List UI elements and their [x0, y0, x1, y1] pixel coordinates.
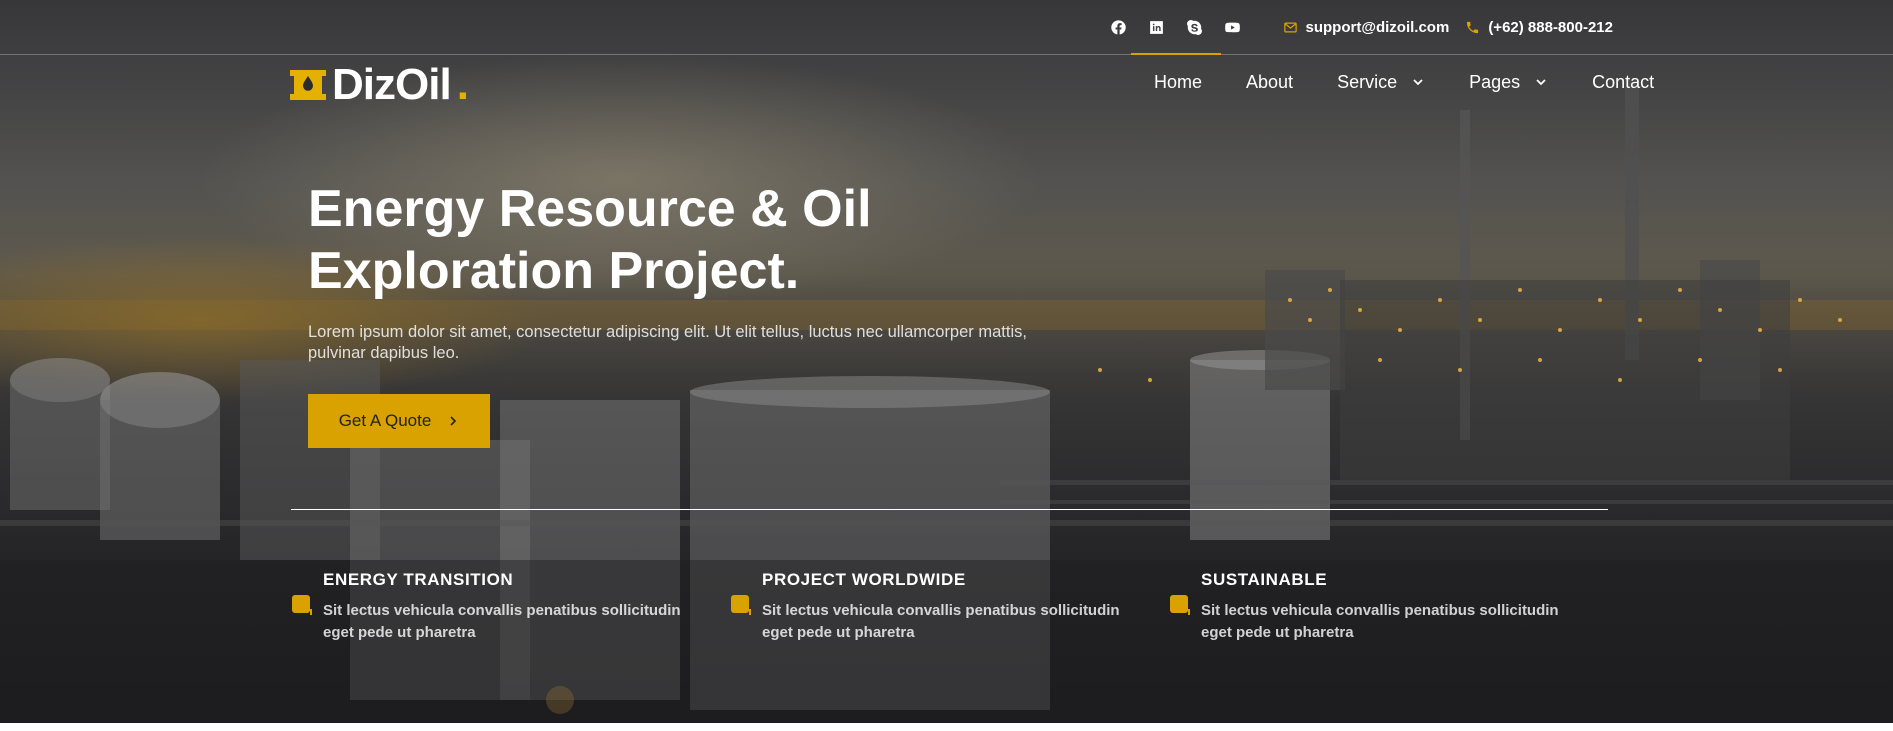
youtube-icon[interactable] [1223, 17, 1243, 37]
nav-label: Contact [1592, 71, 1655, 92]
chevron-down-icon [1536, 79, 1546, 86]
hero-section: support@dizoil.com (+62) 888-800-212 Diz… [0, 0, 1893, 723]
phone-text: (+62) 888-800-212 [1488, 18, 1613, 36]
hero-title-line-2: Exploration Project. [308, 242, 800, 300]
page-bottom-strip [0, 723, 1893, 731]
nav-item-home[interactable]: Home [1130, 72, 1224, 93]
feature-sustainable: SUSTAINABLE Sit lectus vehicula convalli… [1169, 570, 1608, 644]
feature-title: PROJECT WORLDWIDE [762, 570, 966, 589]
topbar-divider [0, 54, 1893, 55]
phone-icon [1467, 21, 1479, 33]
hero-divider [291, 509, 1608, 510]
nav-item-pages[interactable]: Pages [1447, 72, 1570, 93]
nav-label: Service [1337, 71, 1398, 92]
topbar: support@dizoil.com (+62) 888-800-212 [1111, 0, 1613, 54]
feature-title: SUSTAINABLE [1201, 570, 1328, 589]
logo-text: DizOil [332, 60, 452, 109]
feature-energy-transition: ENERGY TRANSITION Sit lectus vehicula co… [291, 570, 730, 644]
phone-link[interactable]: (+62) 888-800-212 [1465, 19, 1613, 36]
nav-item-contact[interactable]: Contact [1570, 72, 1676, 93]
nav-label: Pages [1469, 71, 1521, 92]
email-link[interactable]: support@dizoil.com [1283, 18, 1450, 36]
envelope-icon [1283, 22, 1297, 32]
hero-title-line-1: Energy Resource & Oil [308, 180, 872, 238]
feature-badge-icon [731, 595, 751, 615]
feature-badge-icon [292, 595, 312, 615]
skype-icon[interactable] [1185, 17, 1205, 37]
hero-description: Lorem ipsum dolor sit amet, consectetur … [308, 322, 1088, 364]
feature-text: Sit lectus vehicula convallis penatibus … [1201, 602, 1559, 641]
email-text: support@dizoil.com [1305, 18, 1450, 36]
social-links [1109, 17, 1243, 37]
feature-project-worldwide: PROJECT WORLDWIDE Sit lectus vehicula co… [730, 570, 1169, 644]
get-a-quote-button[interactable]: Get A Quote [308, 394, 490, 448]
logo-dot: . [456, 60, 469, 109]
facebook-icon[interactable] [1109, 17, 1129, 37]
cta-label: Get A Quote [338, 411, 432, 430]
oil-barrel-logo-icon [290, 70, 326, 100]
feature-text: Sit lectus vehicula convallis penatibus … [323, 602, 681, 641]
hero-description-line-2: pulvinar dapibus leo. [308, 344, 460, 362]
main-nav: Home About Service Pages Contact [1130, 60, 1676, 104]
nav-label: Home [1154, 71, 1203, 92]
linkedin-icon[interactable] [1147, 17, 1167, 37]
feature-text: Sit lectus vehicula convallis penatibus … [762, 602, 1120, 641]
feature-title: ENERGY TRANSITION [323, 570, 514, 589]
nav-item-about[interactable]: About [1224, 72, 1315, 93]
feature-badge-icon [1170, 595, 1190, 615]
chevron-right-icon [450, 416, 457, 426]
nav-label: About [1246, 71, 1294, 92]
chevron-down-icon [1413, 79, 1423, 86]
features-row: ENERGY TRANSITION Sit lectus vehicula co… [291, 570, 1608, 644]
hero-description-line-1: Lorem ipsum dolor sit amet, consectetur … [308, 323, 1027, 341]
site-logo[interactable]: DizOil. [290, 60, 469, 110]
nav-item-service[interactable]: Service [1315, 72, 1447, 93]
hero-title: Energy Resource & Oil Exploration Projec… [308, 178, 1028, 302]
